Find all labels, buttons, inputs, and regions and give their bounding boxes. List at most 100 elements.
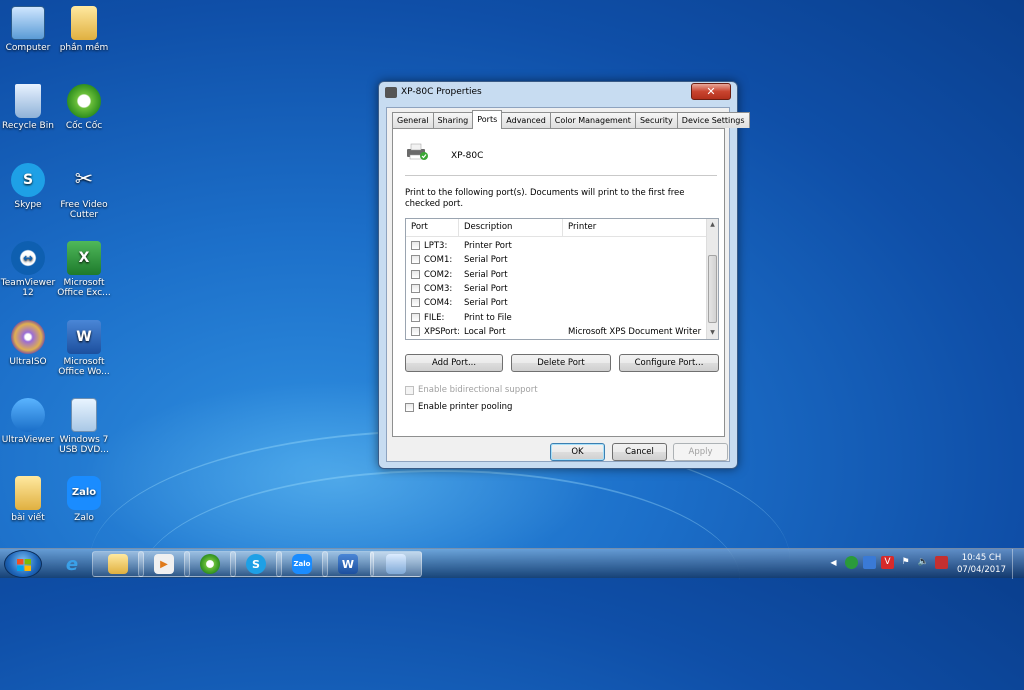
taskbar: e ▶ S Zalo W ◀ V ⚑ 🔈 10:45 CH 07/04/2017 [0,548,1024,579]
port-description: Serial Port [464,269,508,280]
desktop-icon-word[interactable]: W Microsoft Office Wo... [54,320,114,377]
port-checkbox[interactable] [411,269,420,279]
taskbar-ie[interactable]: e [46,551,98,577]
divider [405,175,717,176]
port-name: XPSPort: [424,326,459,337]
dialog-title: XP-80C Properties [401,87,482,97]
port-checkbox[interactable] [411,241,420,251]
desktop-icon-computer[interactable]: Computer [0,6,58,53]
column-header-description[interactable]: Description [459,219,563,236]
desktop-icon-recycle-bin[interactable]: Recycle Bin [0,84,58,131]
clock[interactable]: 10:45 CH 07/04/2017 [957,552,1006,576]
pooling-checkbox[interactable] [405,402,414,412]
column-header-printer[interactable]: Printer [563,219,707,236]
scroll-thumb[interactable] [708,255,717,323]
tab-ports[interactable]: Ports [472,110,503,129]
column-header-port[interactable]: Port [406,219,459,236]
desktop-icon-windows7-usb[interactable]: Windows 7 USB DVD... [54,398,114,455]
printer-title-icon [385,87,397,98]
desktop-icon-zalo[interactable]: Zalo Zalo [54,476,114,523]
tray-volume-icon[interactable]: 🔈 [917,556,930,569]
tab-advanced[interactable]: Advanced [501,112,551,128]
port-checkbox[interactable] [411,326,420,336]
table-row[interactable]: COM1: Serial Port [406,253,718,267]
folder-icon [15,476,41,510]
delete-port-button[interactable]: Delete Port [511,354,611,372]
disc-icon [11,320,45,354]
scroll-down-arrow-icon[interactable]: ▼ [707,327,718,339]
tray-network-icon[interactable] [935,556,948,569]
taskbar-coc-coc[interactable] [184,551,236,577]
taskbar-printer-properties[interactable] [370,551,422,577]
tab-sharing[interactable]: Sharing [432,112,474,128]
printer-name: XP-80C [451,151,484,161]
close-button[interactable]: ✕ [691,83,731,100]
desktop-icon-free-video-cutter[interactable]: ✂ Free Video Cutter [54,163,114,221]
ok-button[interactable]: OK [550,443,605,461]
desktop-icon-excel[interactable]: X Microsoft Office Exc... [54,241,114,298]
tray-shield-icon[interactable] [845,556,858,569]
tab-device-settings[interactable]: Device Settings [676,112,750,128]
table-row[interactable]: FILE: Print to File [406,310,718,324]
ports-instruction: Print to the following port(s). Document… [405,188,685,209]
port-checkbox[interactable] [411,298,420,308]
desktop-icon-label: Computer [5,43,51,53]
tray-flag-icon[interactable]: ⚑ [899,556,912,569]
port-checkbox[interactable] [411,312,420,322]
table-row[interactable]: COM2: Serial Port [406,268,718,282]
tray-v-icon[interactable]: V [881,556,894,569]
tab-security[interactable]: Security [634,112,678,128]
tab-color-management[interactable]: Color Management [549,112,636,128]
desktop-icon-coc-coc[interactable]: Cốc Cốc [54,84,114,131]
control-panel-icon [386,554,406,574]
desktop-icon-teamviewer[interactable]: ↔ TeamViewer 12 [0,241,58,298]
port-name: FILE: [424,312,445,323]
excel-icon: X [67,241,101,275]
internet-explorer-icon: e [65,553,79,575]
table-row[interactable]: XPSPort: Local Port Microsoft XPS Docume… [406,325,718,339]
add-port-button[interactable]: Add Port... [405,354,503,372]
taskbar-word[interactable]: W [322,551,374,577]
desktop-icon-ultraiso[interactable]: UltraISO [0,320,58,367]
table-row[interactable]: LPT3: Printer Port [406,239,718,253]
word-icon: W [338,554,358,574]
tab-general[interactable]: General [392,112,434,128]
start-button[interactable] [4,550,42,578]
folder-icon [108,554,128,574]
port-name: COM2: [424,269,453,280]
port-checkbox[interactable] [411,284,420,294]
taskbar-skype[interactable]: S [230,551,282,577]
tray-arrow-icon[interactable]: ◀ [827,556,840,569]
ports-list-scrollbar[interactable]: ▲ ▼ [706,219,718,339]
configure-port-button[interactable]: Configure Port... [619,354,719,372]
show-desktop-button[interactable] [1012,549,1024,579]
taskbar-zalo[interactable]: Zalo [276,551,328,577]
desktop-icon-skype[interactable]: S Skype [0,163,58,210]
scroll-up-arrow-icon[interactable]: ▲ [707,219,718,231]
desktop-icon-label: Microsoft Office Exc... [57,278,111,298]
desktop-icon-ultraviewer[interactable]: UltraViewer [0,398,58,445]
tray-chat-icon[interactable] [863,556,876,569]
desktop-icon-label: Skype [14,200,42,210]
port-description: Print to File [464,312,512,323]
cancel-button[interactable]: Cancel [612,443,667,461]
table-row[interactable]: COM4: Serial Port [406,296,718,310]
desktop-icon-label: phần mềm [59,43,109,53]
desktop-icon-label: Zalo [74,513,94,523]
port-checkbox[interactable] [411,255,420,265]
table-row[interactable]: COM3: Serial Port [406,282,718,296]
word-icon: W [67,320,101,354]
desktop-icon-label: bài viết [11,513,45,523]
taskbar-explorer[interactable] [92,551,144,577]
dialog-titlebar[interactable]: XP-80C Properties ✕ [379,82,737,104]
desktop-icon-bai-viet[interactable]: bài viết [0,476,58,523]
windows-logo-icon [17,559,31,571]
desktop-icon-label: Free Video Cutter [60,200,108,220]
taskbar-media-player[interactable]: ▶ [138,551,190,577]
coc-coc-icon [200,554,220,574]
pooling-option[interactable]: Enable printer pooling [405,402,512,412]
teamviewer-icon: ↔ [11,241,45,275]
port-description: Serial Port [464,255,508,266]
desktop-icon-phan-mem[interactable]: phần mềm [54,6,114,53]
ports-list[interactable]: Port Description Printer LPT3: Printer P… [405,218,719,340]
